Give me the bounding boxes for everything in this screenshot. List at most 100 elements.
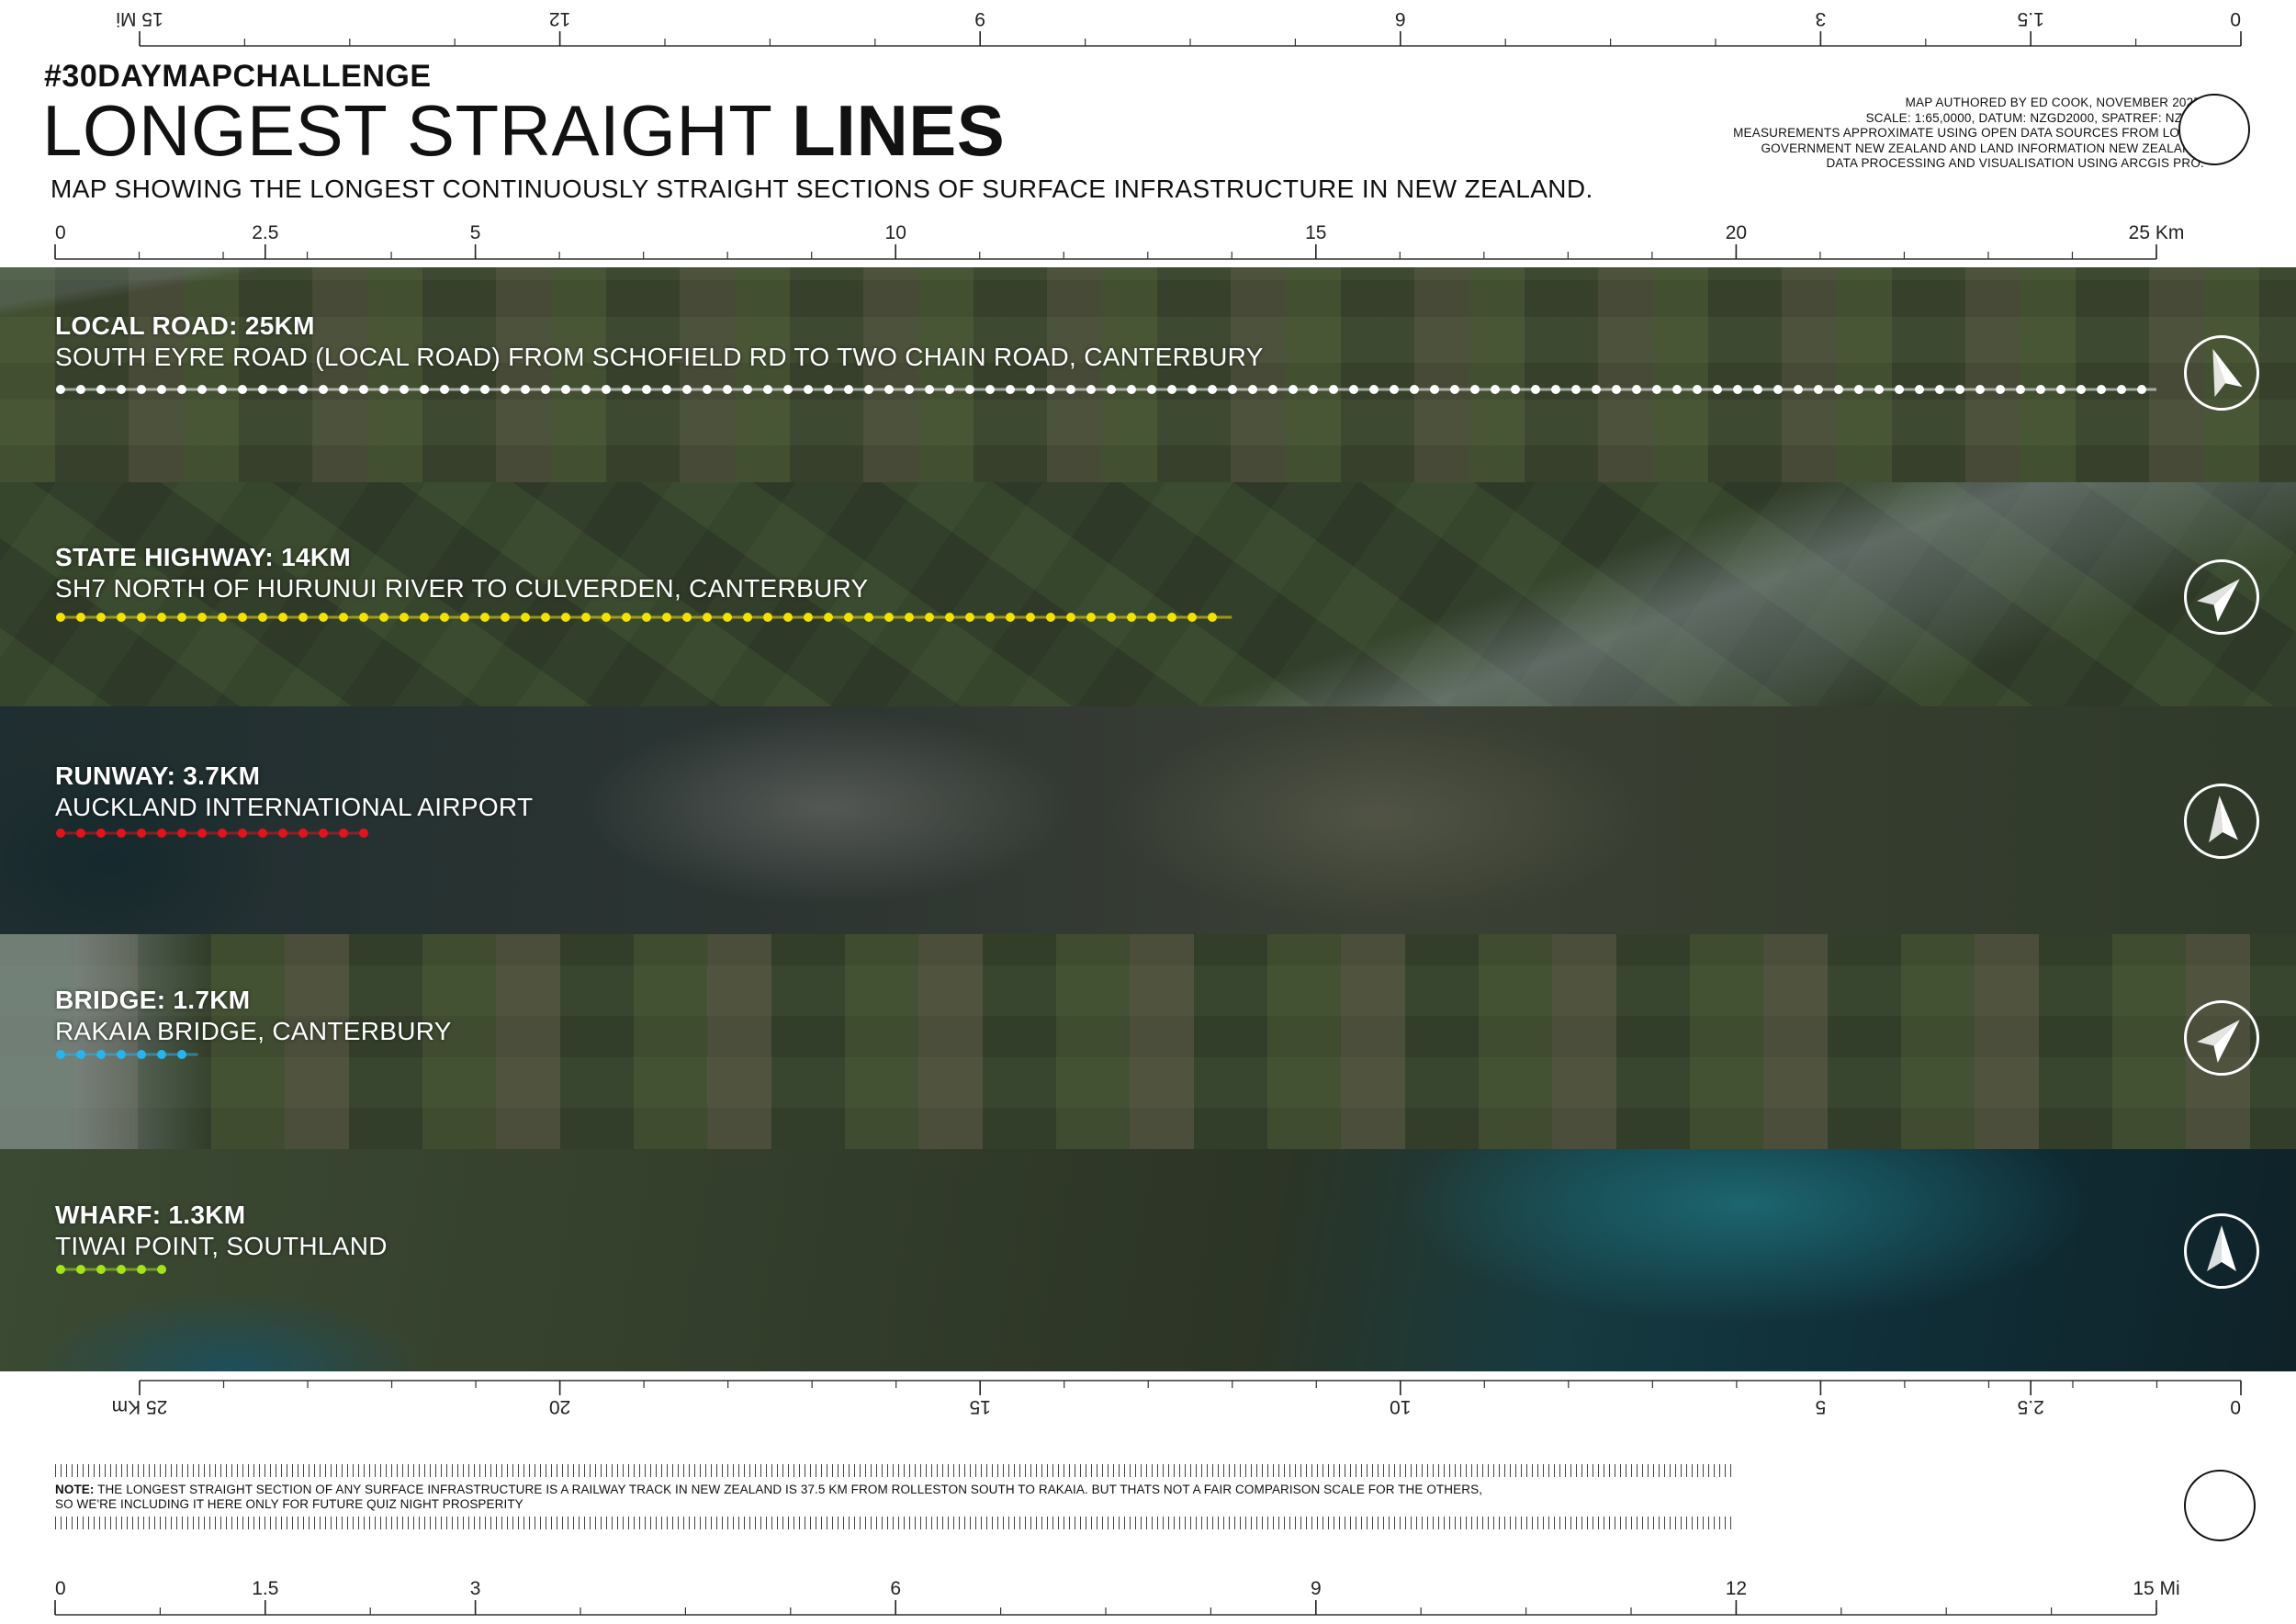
note-label: NOTE: [55, 1483, 95, 1496]
dotted-line-dot [521, 385, 530, 394]
distance-line [55, 611, 1245, 624]
scale-tick-label: 25 Km [2129, 222, 2185, 243]
dotted-line-dot [1895, 385, 1904, 394]
dotted-line-dot [1733, 385, 1742, 394]
dotted-line-dot [76, 385, 85, 394]
scale-group: 0 1.5 3 6 9 12 15 Mi [54, 1578, 2180, 1616]
credit-line: SCALE: 1:65,0000, DATUM: NZGD2000, SPATR… [1865, 110, 2204, 125]
scale-tick-label: 25 Km [112, 1396, 168, 1417]
dotted-line-dot [2117, 385, 2126, 394]
scale-group: 0 2.5 5 10 15 20 25 Km [112, 1380, 2242, 1417]
dotted-line-dot [844, 613, 853, 622]
dotted-line-dot [1208, 385, 1217, 394]
dotted-line-dot [177, 1050, 186, 1059]
top-km-scale: 0 2.5 5 10 15 20 25 Km [0, 213, 2296, 268]
scale-tick-label: 3 [470, 1578, 481, 1599]
scale-tick-label: 12 [1726, 1578, 1747, 1599]
credit-line: DATA PROCESSING AND VISUALISATION USING … [1826, 156, 2204, 170]
distance-line [55, 1263, 177, 1276]
dotted-line-dot [824, 385, 833, 394]
top-miles-scale-svg: 0 1.5 3 6 9 12 15 Mi [116, 8, 2242, 47]
dotted-line-dot [56, 613, 65, 622]
dotted-line-dot [703, 613, 712, 622]
scale-group: 0 1.5 3 6 9 12 15 Mi [116, 8, 2242, 47]
dotted-line [56, 829, 368, 838]
dotted-line-dot [56, 829, 65, 838]
dotted-line-dot [400, 385, 409, 394]
dotted-line-dot [1006, 385, 1015, 394]
dotted-line-dot [1107, 613, 1116, 622]
dotted-line-dot [1511, 385, 1520, 394]
dotted-line-dot [117, 829, 126, 838]
dotted-line-dot [743, 385, 752, 394]
header-circle-icon [2178, 94, 2250, 165]
north-arrow-svg [2197, 579, 2240, 622]
scale-tick-label: 2.5 [2018, 1396, 2044, 1417]
band-label: BRIDGE: 1.7KM RAKAIA BRIDGE, CANTERBURY [55, 986, 452, 1046]
note-tick-row [55, 1464, 1736, 1477]
dotted-line-dot [884, 613, 894, 622]
dotted-line-dot [925, 613, 934, 622]
dotted-line-dot [1491, 385, 1500, 394]
dotted-line [56, 385, 2156, 394]
north-arrow-glyph [2207, 1225, 2236, 1271]
page-subtitle: MAP SHOWING THE LONGEST CONTINUOUSLY STR… [51, 175, 1593, 203]
dotted-line-dot [1046, 385, 1055, 394]
top-km-scale-svg: 0 2.5 5 10 15 20 25 Km [54, 222, 2185, 260]
dotted-line-dot [642, 385, 651, 394]
scale-tick-label: 0 [55, 222, 66, 243]
dotted-line-dot [864, 613, 873, 622]
north-arrow-half [2219, 795, 2238, 840]
bottom-miles-scale-svg: 0 1.5 3 6 9 12 15 Mi [54, 1578, 2180, 1616]
band-label: RUNWAY: 3.7KM AUCKLAND INTERNATIONAL AIR… [55, 761, 533, 822]
dotted-line-dot [157, 1050, 166, 1059]
north-arrow-icon [2184, 1213, 2259, 1289]
distance-line [55, 383, 2169, 396]
dotted-line-dot [56, 1050, 65, 1059]
dotted-line-dot [197, 385, 207, 394]
dotted-line-dot [1753, 385, 1762, 394]
dotted-line-dot [1450, 385, 1459, 394]
dotted-line-dot [440, 613, 449, 622]
dotted-line-dot [1612, 385, 1621, 394]
dotted-line-dot [460, 613, 469, 622]
dotted-line-dot [1187, 385, 1197, 394]
dotted-line-dot [662, 613, 671, 622]
dotted-line-dot [884, 385, 894, 394]
dotted-line [56, 1050, 198, 1059]
dotted-line-dot [662, 385, 671, 394]
dotted-line-dot [339, 613, 348, 622]
dotted-line-dot [218, 613, 227, 622]
dotted-line-dot [1551, 385, 1560, 394]
scale-tick-label: 9 [974, 8, 985, 29]
dotted-line-dot [1955, 385, 1964, 394]
north-arrow-glyph [2197, 1020, 2240, 1063]
page-title: LONGEST STRAIGHT LINES [42, 92, 1005, 169]
dotted-line-dot [763, 613, 772, 622]
dotted-line-dot [1026, 385, 1035, 394]
dotted-line-dot [96, 385, 106, 394]
dotted-line-dot [682, 613, 692, 622]
dotted-line-dot [804, 613, 813, 622]
band-heading: LOCAL ROAD: 25KM [55, 311, 315, 340]
dotted-line-dot [1571, 385, 1581, 394]
dotted-line-dot [965, 613, 974, 622]
dotted-line-dot [117, 385, 126, 394]
band-heading: WHARF: 1.3KM [55, 1201, 246, 1229]
dotted-line-dot [1147, 613, 1156, 622]
north-arrow-icon [2184, 335, 2259, 411]
dotted-line-dot [1107, 385, 1116, 394]
dotted-line-dot [1147, 385, 1156, 394]
band-label: STATE HIGHWAY: 14KM SH7 NORTH OF HURUNUI… [55, 543, 869, 603]
dotted-line-dot [1410, 385, 1419, 394]
dotted-line-dot [258, 829, 267, 838]
dotted-line-dot [541, 613, 550, 622]
scale-tick-label: 0 [2230, 1396, 2241, 1417]
dotted-line-dot [157, 613, 166, 622]
dotted-line-dot [298, 385, 308, 394]
note-body-continued: SO WE'RE INCLUDING IT HERE ONLY FOR FUTU… [55, 1497, 523, 1511]
title-bold: LINES [792, 90, 1006, 171]
dotted-line-dot [137, 385, 146, 394]
dotted-line-dot [1127, 613, 1136, 622]
dotted-line-dot [1066, 385, 1075, 394]
